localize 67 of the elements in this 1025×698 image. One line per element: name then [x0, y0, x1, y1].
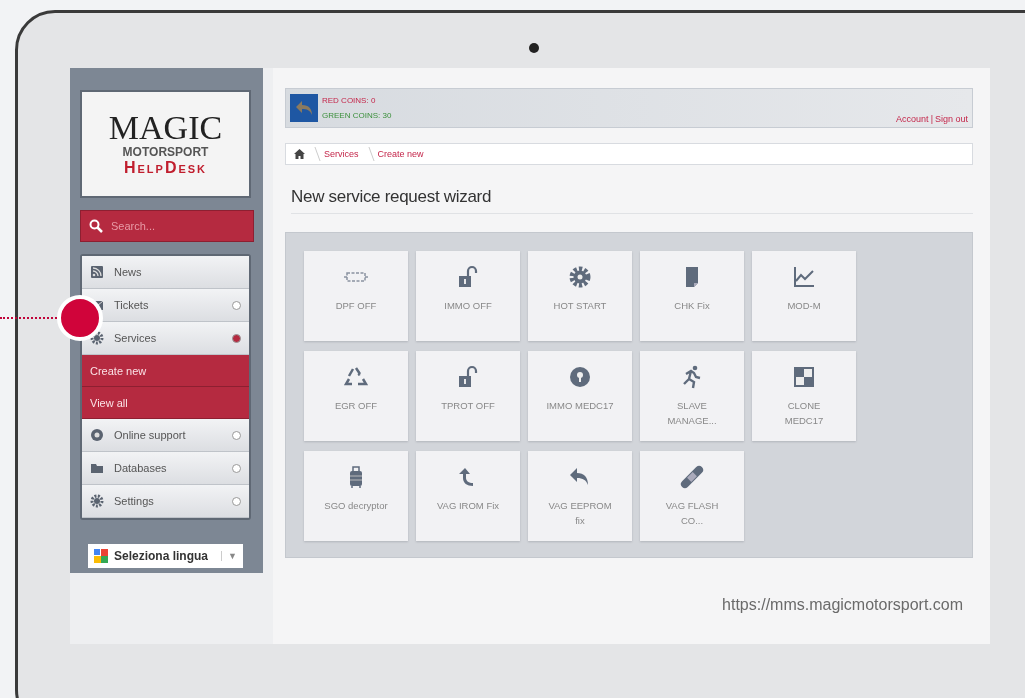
leader-line: [0, 317, 57, 319]
gear-icon: [90, 331, 104, 345]
padlock-icon: [456, 365, 480, 389]
page-title: New service request wizard: [291, 187, 973, 214]
tile-label: SLAVE MANAGE...: [667, 399, 717, 428]
service-tile[interactable]: HOT START: [528, 251, 632, 341]
tile-label: HOT START: [553, 299, 607, 313]
gear-icon: [90, 494, 104, 508]
site-url: https://mms.magicmotorsport.com: [722, 596, 963, 614]
menu-item[interactable]: News: [82, 256, 249, 289]
padlock-icon: [456, 265, 480, 289]
logo-title: MAGIC: [108, 111, 223, 145]
account-link[interactable]: Account: [896, 114, 929, 124]
service-tile[interactable]: IMMO OFF: [416, 251, 520, 341]
language-select[interactable]: Seleziona lingua ▼: [88, 544, 243, 568]
service-tile[interactable]: EGR OFF: [304, 351, 408, 441]
menu-item[interactable]: Services: [82, 322, 249, 355]
tile-label: DPF OFF: [335, 299, 377, 313]
service-tile[interactable]: VAG EEPROM fix: [528, 451, 632, 541]
service-tile[interactable]: DPF OFF: [304, 251, 408, 341]
tile-label: VAG FLASH CO...: [665, 499, 719, 528]
reply-arrow-icon: [295, 100, 313, 116]
service-tile[interactable]: CLONE MEDC17: [752, 351, 856, 441]
tile-label: TPROT OFF: [441, 399, 495, 413]
service-tile[interactable]: VAG FLASH CO...: [640, 451, 744, 541]
home-icon[interactable]: [294, 149, 305, 159]
service-tile[interactable]: VAG IROM Fix: [416, 451, 520, 541]
gear-icon: [568, 265, 592, 289]
lifebuoy-icon: [90, 428, 104, 442]
menu-item[interactable]: Tickets: [82, 289, 249, 322]
tile-label: SGO decryptor: [324, 499, 388, 513]
tile-label: CLONE MEDC17: [784, 399, 824, 428]
search-field[interactable]: Search...: [80, 210, 254, 242]
service-tile[interactable]: CHK Fix: [640, 251, 744, 341]
breadcrumb-link[interactable]: Create new: [377, 149, 424, 159]
line-chart-icon: [792, 265, 816, 289]
service-tile[interactable]: SLAVE MANAGE...: [640, 351, 744, 441]
tile-label: CHK Fix: [674, 299, 710, 313]
tile-label: MOD-M: [787, 299, 821, 313]
link-separator: |: [930, 114, 933, 124]
tile-label: VAG EEPROM fix: [548, 499, 612, 528]
tile-label: IMMO OFF: [444, 299, 492, 313]
rss-icon: [90, 265, 104, 279]
menu-item[interactable]: Online support: [82, 419, 249, 452]
google-icon: [94, 549, 108, 563]
camera-dot: [529, 43, 539, 53]
service-tile[interactable]: IMMO MEDC17: [528, 351, 632, 441]
keyhole-icon: [568, 365, 592, 389]
breadcrumb-link[interactable]: Services: [324, 149, 359, 159]
menu-item[interactable]: Settings: [82, 485, 249, 518]
sign-out-link[interactable]: Sign out: [934, 114, 968, 124]
service-tile[interactable]: TPROT OFF: [416, 351, 520, 441]
folder-icon: [90, 461, 104, 475]
coin-balance: GREEN COINS: 30: [322, 111, 392, 120]
tile-label: IMMO MEDC17: [546, 399, 614, 413]
coin-balance: RED COINS: 0: [322, 96, 377, 105]
tile-label: VAG IROM Fix: [436, 499, 500, 513]
logo-product: HelpDesk: [123, 159, 208, 177]
logo-subtitle: MOTORSPORT: [122, 145, 209, 159]
submenu-item[interactable]: View all: [82, 387, 249, 419]
service-tile[interactable]: SGO decryptor: [304, 451, 408, 541]
submenu-item[interactable]: Create new: [82, 355, 249, 387]
squares-icon: [792, 365, 816, 389]
service-tile[interactable]: MOD-M: [752, 251, 856, 341]
menu-item[interactable]: Databases: [82, 452, 249, 485]
tile-label: EGR OFF: [334, 399, 378, 413]
search-icon: [89, 219, 103, 233]
